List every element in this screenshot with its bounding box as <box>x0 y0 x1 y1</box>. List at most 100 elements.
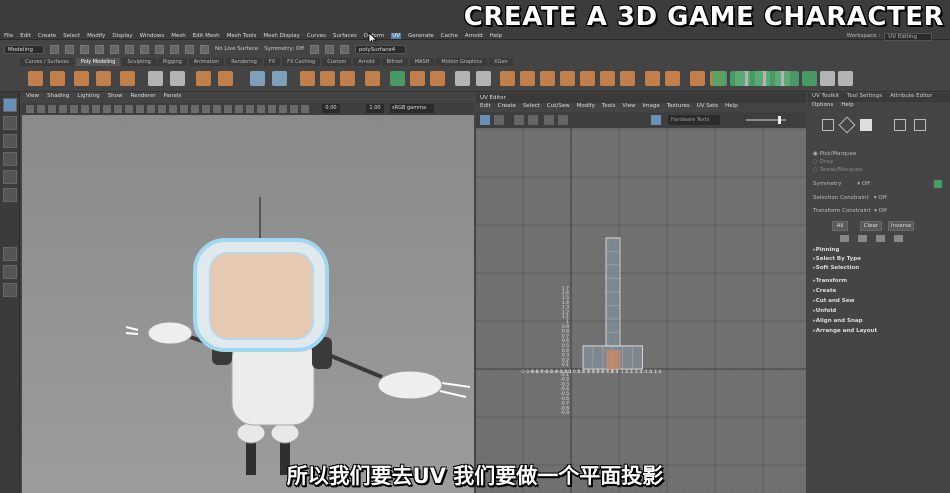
shelf-tool-icon[interactable] <box>802 71 817 86</box>
uv-menu-item[interactable]: Tools <box>602 103 616 112</box>
save-icon[interactable] <box>65 44 75 54</box>
menu-generate[interactable]: Generate <box>408 33 434 39</box>
shelf-tool-icon[interactable] <box>410 71 425 86</box>
edge-mode-icon[interactable] <box>838 116 856 134</box>
render-settings-icon[interactable] <box>340 44 350 54</box>
uv-menu-item[interactable]: UV Sets <box>697 103 718 112</box>
viewport-tool-icon[interactable] <box>37 105 45 113</box>
layout-two-icon[interactable] <box>3 283 17 297</box>
workspace-selector[interactable]: Workspace : UV Editing <box>847 33 932 41</box>
viewport-menu-shading[interactable]: Shading <box>47 93 69 103</box>
menu-help[interactable]: Help <box>490 33 503 39</box>
uv-menu-item[interactable]: Create <box>498 103 516 112</box>
section-cut-and-sew[interactable]: Cut and Sew <box>813 298 855 304</box>
uv-border-icon[interactable] <box>544 115 554 125</box>
symmetry-value[interactable]: Off <box>862 181 870 187</box>
shelf-tool-icon[interactable] <box>170 71 185 86</box>
section-unfold[interactable]: Unfold <box>813 308 836 314</box>
shelf-tool-icon[interactable] <box>196 71 211 86</box>
shelf-tab[interactable]: Arnold <box>353 58 380 66</box>
viewport-menu-view[interactable]: View <box>26 93 39 103</box>
viewport-tool-icon[interactable] <box>235 105 243 113</box>
texture-dropdown[interactable]: Hardware Texts <box>668 115 720 125</box>
shelf-tool-icon[interactable] <box>340 71 355 86</box>
shelf-tab[interactable]: Rigging <box>157 58 187 66</box>
menu-select[interactable]: Select <box>63 33 80 39</box>
viewport-tool-icon[interactable] <box>92 105 100 113</box>
viewport-tool-icon[interactable] <box>224 105 232 113</box>
shelf-tool-icon[interactable] <box>766 71 781 86</box>
shelf-tool-icon[interactable] <box>645 71 660 86</box>
uv-distortion-icon[interactable] <box>528 115 538 125</box>
folder-icon[interactable] <box>50 44 60 54</box>
menu-mesh-tools[interactable]: Mesh Tools <box>227 33 257 39</box>
viewport-tool-icon[interactable] <box>290 105 298 113</box>
viewport-tool-icon[interactable] <box>26 105 34 113</box>
face-mode-icon[interactable] <box>860 119 872 131</box>
viewport-menu-renderer[interactable]: Renderer <box>130 93 155 103</box>
select-tool-icon[interactable] <box>3 98 17 112</box>
viewport-tool-icon[interactable] <box>125 105 133 113</box>
viewport-tool-icon[interactable] <box>48 105 56 113</box>
menu-windows[interactable]: Windows <box>140 33 165 39</box>
radio-tweak[interactable]: ○ Tweak/Marquee <box>813 167 862 173</box>
viewport-tool-icon[interactable] <box>180 105 188 113</box>
scale-tool-icon[interactable] <box>3 188 17 202</box>
toolkit-tab[interactable]: UV Toolkit <box>812 93 839 102</box>
shelf-tab[interactable]: XGen <box>489 58 513 66</box>
shelf-tool-icon[interactable] <box>365 71 380 86</box>
section-align-and-snap[interactable]: Align and Snap <box>813 318 863 324</box>
viewport-tool-icon[interactable] <box>70 105 78 113</box>
viewport-tool-icon[interactable] <box>158 105 166 113</box>
uv-image-icon[interactable] <box>651 115 661 125</box>
menu-edit[interactable]: Edit <box>20 33 31 39</box>
shelf-tool-icon[interactable] <box>148 71 163 86</box>
select-object-icon[interactable] <box>125 44 135 54</box>
section-pinning[interactable]: Pinning <box>813 247 840 253</box>
shelf-tool-icon[interactable] <box>50 71 65 86</box>
uv-menu-item[interactable]: Image <box>642 103 659 112</box>
vertex-mode-icon[interactable] <box>822 119 834 131</box>
toolkit-menu-item[interactable]: Options <box>812 102 833 111</box>
exposure-slider-handle[interactable] <box>778 116 781 124</box>
select-all-button[interactable]: All <box>832 221 848 231</box>
selection-constraint-value[interactable]: Off <box>878 195 886 201</box>
uv-menu-item[interactable]: Modify <box>577 103 595 112</box>
shelf-tool-icon[interactable] <box>784 71 799 86</box>
menu-surfaces[interactable]: Surfaces <box>333 33 357 39</box>
viewport-tool-icon[interactable] <box>191 105 199 113</box>
symmetry-label[interactable]: Symmetry: Off <box>264 46 304 52</box>
uv-snapshot-icon[interactable] <box>558 115 568 125</box>
shelf-tool-icon[interactable] <box>520 71 535 86</box>
shelf-tool-icon[interactable] <box>690 71 705 86</box>
exposure-field[interactable]: 0.00 <box>322 104 340 113</box>
viewport-tool-icon[interactable] <box>169 105 177 113</box>
viewport-tool-icon[interactable] <box>147 105 155 113</box>
snap-grid-icon[interactable] <box>155 44 165 54</box>
viewport-tool-icon[interactable] <box>301 105 309 113</box>
viewport-tool-icon[interactable] <box>279 105 287 113</box>
section-soft-selection[interactable]: Soft Selection <box>813 265 859 271</box>
uv-menu-item[interactable]: Help <box>725 103 738 112</box>
viewport-tool-icon[interactable] <box>103 105 111 113</box>
viewport-tool-icon[interactable] <box>59 105 67 113</box>
uv-checker-icon[interactable] <box>514 115 524 125</box>
menu-edit-mesh[interactable]: Edit Mesh <box>193 33 220 39</box>
shelf-tool-icon[interactable] <box>120 71 135 86</box>
shelf-tab[interactable]: FX Caching <box>282 58 321 66</box>
viewport-menu-show[interactable]: Show <box>108 93 123 103</box>
shelf-tool-icon[interactable] <box>748 71 763 86</box>
shelf-tool-icon[interactable] <box>500 71 515 86</box>
shelf-tab[interactable]: Custom <box>322 58 352 66</box>
shelf-tool-icon[interactable] <box>620 71 635 86</box>
shelf-tool-icon[interactable] <box>455 71 470 86</box>
section-select-by-type[interactable]: Select By Type <box>813 256 861 262</box>
radio-pick-marquee[interactable]: ◉ Pick/Marquee <box>813 151 856 157</box>
menu-uv[interactable]: UV <box>391 33 402 39</box>
section-transform[interactable]: Transform <box>813 278 847 284</box>
shelf-tool-icon[interactable] <box>272 71 287 86</box>
layout-single-icon[interactable] <box>3 247 17 261</box>
shelf-tool-icon[interactable] <box>250 71 265 86</box>
shelf-tool-icon[interactable] <box>390 71 405 86</box>
toolkit-tab[interactable]: Tool Settings <box>847 93 882 102</box>
